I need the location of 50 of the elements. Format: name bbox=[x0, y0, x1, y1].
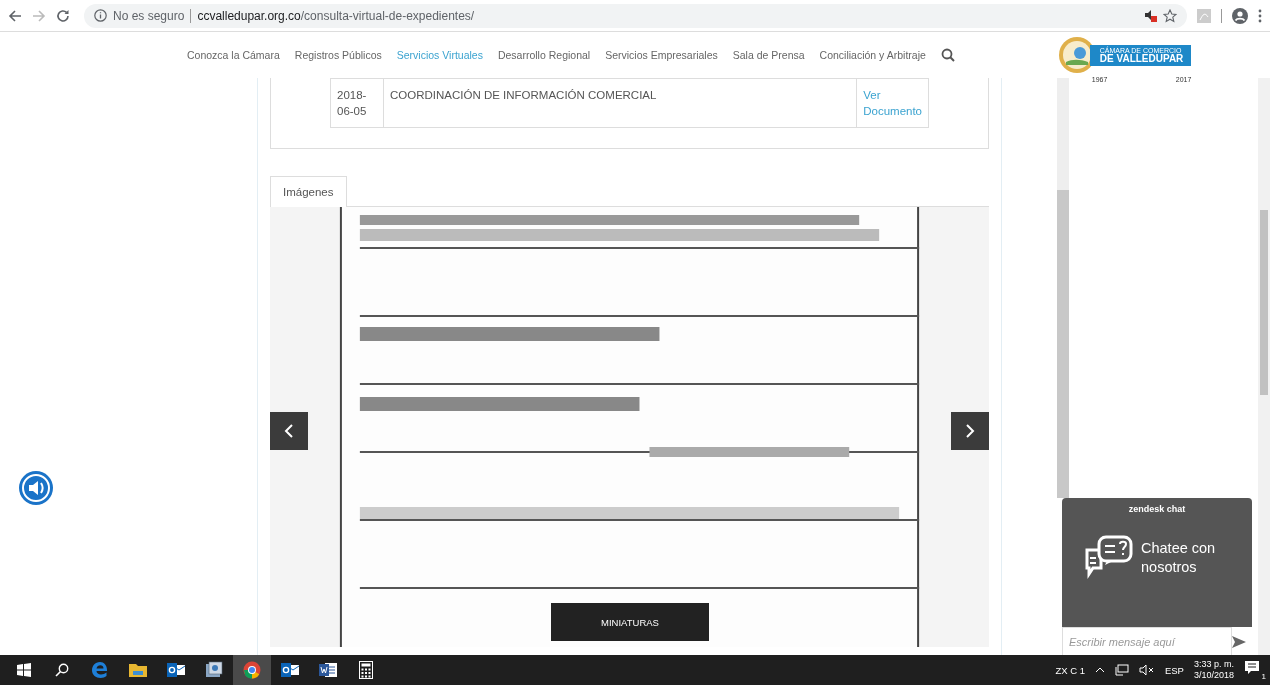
url-text: ccvalledupar.org.co/consulta-virtual-de-expedientes/ bbox=[197, 8, 475, 23]
round-logo-icon bbox=[243, 661, 261, 679]
chat-brand: zendesk chat bbox=[1128, 504, 1186, 514]
nav-link[interactable]: Servicios Empresariales bbox=[605, 49, 718, 61]
address-bar[interactable]: No es seguro ccvalledupar.org.co/consulta-virtual-de-expedientes/ bbox=[84, 3, 1187, 28]
chevron-up-icon[interactable] bbox=[1094, 667, 1105, 673]
star-icon[interactable] bbox=[1163, 8, 1177, 23]
notification-button[interactable]: 1 bbox=[1244, 660, 1264, 680]
menu-icon[interactable] bbox=[1258, 8, 1262, 23]
reload-icon[interactable] bbox=[56, 8, 70, 23]
document-app-icon bbox=[319, 662, 337, 678]
folder-icon bbox=[129, 662, 147, 678]
send-icon[interactable] bbox=[1232, 636, 1246, 648]
account-icon[interactable] bbox=[1232, 7, 1248, 24]
nav-link[interactable]: Conciliación y Arbitraje bbox=[819, 49, 926, 61]
scrollbar[interactable] bbox=[1258, 78, 1270, 655]
tab[interactable]: Imágenes bbox=[270, 176, 347, 208]
mail-icon bbox=[281, 662, 299, 678]
search-icon bbox=[55, 663, 69, 677]
nav-link[interactable]: Sala de Prensa bbox=[732, 49, 805, 61]
muted-speaker-icon[interactable] bbox=[1138, 664, 1155, 676]
date-cell: 2018-06-05 bbox=[330, 78, 384, 128]
keyboard-indicator[interactable]: ZX C 1 bbox=[1055, 664, 1085, 676]
windows-icon bbox=[17, 663, 31, 677]
blocked-sound-icon[interactable] bbox=[1144, 9, 1157, 22]
description-cell: COORDINACIÓN DE INFORMACIÓN COMERCIAL bbox=[383, 78, 857, 128]
back-icon[interactable] bbox=[8, 8, 22, 23]
nav-link[interactable]: Registros Públicos bbox=[294, 49, 382, 61]
clock[interactable]: 3:33 p. m. 3/10/2018 bbox=[1193, 658, 1234, 682]
calculator-icon bbox=[359, 661, 373, 679]
nav-link[interactable]: Conozca la Cámara bbox=[187, 49, 280, 61]
info-icon bbox=[94, 9, 107, 22]
chevron-left-icon bbox=[284, 424, 294, 439]
browser-icon bbox=[91, 661, 109, 679]
language-indicator[interactable]: ESP bbox=[1164, 664, 1184, 676]
next-button[interactable] bbox=[951, 412, 989, 451]
speaker-icon[interactable] bbox=[18, 470, 54, 506]
logo-text: DE VALLEDUPAR bbox=[1099, 53, 1184, 64]
thumbnails-button[interactable]: MINIATURAS bbox=[551, 603, 709, 642]
security-label: No es seguro bbox=[113, 8, 185, 23]
message-field[interactable]: Escribir mensaje aquí bbox=[1062, 627, 1232, 655]
scrollbar[interactable] bbox=[1057, 78, 1069, 498]
mail-icon bbox=[167, 662, 185, 678]
photo-viewer-icon bbox=[205, 661, 223, 679]
previous-button[interactable] bbox=[270, 412, 308, 451]
network-icon[interactable] bbox=[1114, 664, 1129, 676]
chevron-right-icon bbox=[965, 424, 975, 439]
chat-title: Chatee con nosotros bbox=[1141, 539, 1217, 577]
search-icon[interactable] bbox=[940, 48, 955, 62]
nav-link[interactable]: Desarrollo Regional bbox=[497, 49, 591, 61]
